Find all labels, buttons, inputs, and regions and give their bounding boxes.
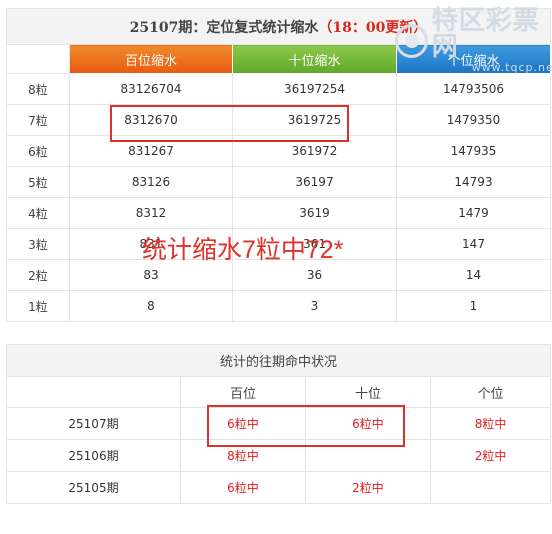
row-label: 3粒 bbox=[6, 228, 70, 260]
hit-shi bbox=[305, 439, 431, 472]
watermark: 特区彩票网 www.tqcp.net bbox=[395, 8, 552, 73]
cell-shi: 36197 bbox=[232, 166, 397, 198]
cell-shi: 3619725 bbox=[232, 104, 397, 136]
cell-ge: 1479 bbox=[396, 197, 551, 229]
history-row: 25106期 8粒中 2粒中 bbox=[6, 439, 552, 472]
period-label: 25106期 bbox=[6, 439, 181, 472]
cell-ge: 14793506 bbox=[396, 73, 551, 105]
header-blank bbox=[6, 44, 70, 74]
row-label: 8粒 bbox=[6, 73, 70, 105]
row-label: 6粒 bbox=[6, 135, 70, 167]
cell-bai: 83126704 bbox=[69, 73, 233, 105]
cell-shi: 3 bbox=[232, 290, 397, 322]
cell-ge: 14 bbox=[396, 259, 551, 291]
table-row: 5粒 83126 36197 14793 bbox=[6, 166, 551, 198]
cell-bai: 831267 bbox=[69, 135, 233, 167]
history-header-shi: 十位 bbox=[305, 376, 431, 408]
table-row: 7粒 8312670 3619725 1479350 bbox=[6, 104, 551, 136]
row-label: 1粒 bbox=[6, 290, 70, 322]
header-bai: 百位缩水 bbox=[69, 44, 233, 74]
cell-bai: 8 bbox=[69, 290, 233, 322]
cell-shi: 36197254 bbox=[232, 73, 397, 105]
hit-ge: 2粒中 bbox=[429, 439, 552, 472]
history-header-ge: 个位 bbox=[429, 376, 552, 408]
history-row: 25105期 6粒中 2粒中 bbox=[6, 471, 552, 504]
table-row: 1粒 8 3 1 bbox=[6, 290, 551, 322]
period-label: 25107期 bbox=[6, 407, 181, 440]
watermark-logo-icon bbox=[395, 23, 428, 58]
history-header-blank bbox=[6, 376, 181, 408]
cell-shi: 361972 bbox=[232, 135, 397, 167]
watermark-text: 特区彩票网 www.tqcp.net bbox=[432, 8, 552, 73]
table-row: 4粒 8312 3619 1479 bbox=[6, 197, 551, 229]
table-row: 8粒 83126704 36197254 14793506 bbox=[6, 73, 551, 105]
cell-shi: 3619 bbox=[232, 197, 397, 229]
hit-bai: 8粒中 bbox=[180, 439, 306, 472]
history-title-row: 统计的往期命中状况 bbox=[5, 344, 552, 377]
cell-bai: 8312 bbox=[69, 197, 233, 229]
cell-ge: 147935 bbox=[396, 135, 551, 167]
table-row: 6粒 831267 361972 147935 bbox=[6, 135, 551, 167]
hit-ge bbox=[429, 471, 552, 504]
hit-ge: 8粒中 bbox=[429, 407, 552, 440]
row-label: 4粒 bbox=[6, 197, 70, 229]
period-label: 25105期 bbox=[6, 471, 181, 504]
hit-bai: 6粒中 bbox=[180, 407, 306, 440]
history-row: 25107期 6粒中 6粒中 8粒中 bbox=[6, 407, 552, 440]
cell-ge: 1 bbox=[396, 290, 551, 322]
watermark-brand: 特区彩票网 bbox=[431, 6, 540, 62]
row-label: 5粒 bbox=[6, 166, 70, 198]
annotation-text: 统计缩水7粒中72* bbox=[142, 236, 344, 264]
hit-bai: 6粒中 bbox=[180, 471, 306, 504]
header-shi: 十位缩水 bbox=[232, 44, 397, 74]
row-label: 2粒 bbox=[6, 259, 70, 291]
cell-ge: 1479350 bbox=[396, 104, 551, 136]
title-prefix: 25107期：定位复式统计缩水 bbox=[129, 19, 319, 36]
hit-shi: 6粒中 bbox=[305, 407, 431, 440]
cell-ge: 14793 bbox=[396, 166, 551, 198]
cell-ge: 147 bbox=[396, 228, 551, 260]
cell-bai: 83126 bbox=[69, 166, 233, 198]
watermark-url: www.tqcp.net bbox=[471, 61, 552, 74]
row-label: 7粒 bbox=[6, 104, 70, 136]
history-header-row: 百位 十位 个位 bbox=[6, 376, 552, 408]
cell-bai: 8312670 bbox=[69, 104, 233, 136]
history-title: 统计的往期命中状况 bbox=[5, 344, 552, 377]
history-table: 统计的往期命中状况 百位 十位 个位 25107期 6粒中 6粒中 8粒中 25106… bbox=[5, 344, 552, 504]
hit-shi: 2粒中 bbox=[305, 471, 431, 504]
history-header-bai: 百位 bbox=[180, 376, 306, 408]
